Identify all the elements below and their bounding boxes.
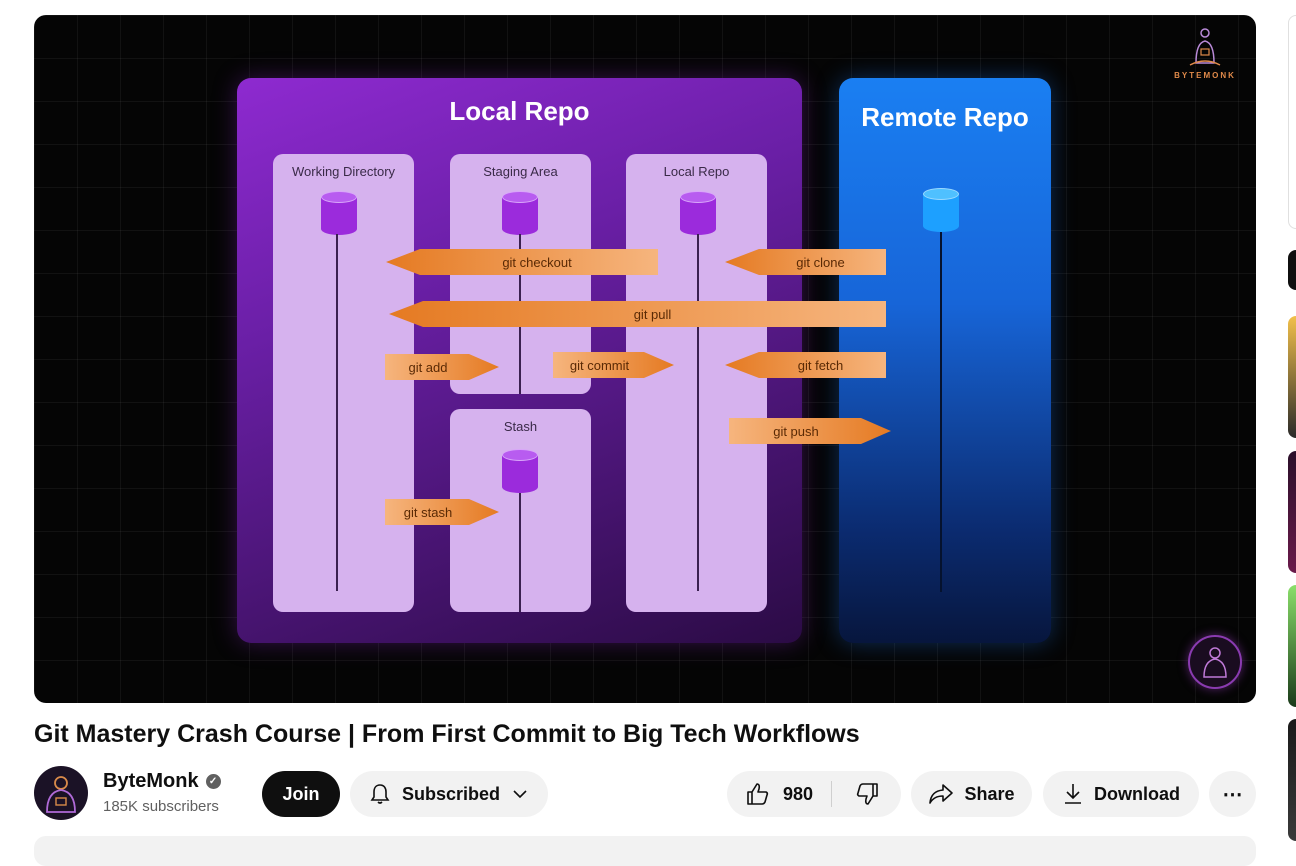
sidebar-chip-partial[interactable] [1288, 250, 1296, 290]
channel-name[interactable]: ByteMonk ✓ [103, 770, 221, 793]
staging-area-database-icon [502, 191, 538, 235]
verified-check-icon: ✓ [205, 774, 221, 789]
sidebar-thumbnail-1[interactable] [1288, 316, 1296, 438]
download-icon [1065, 784, 1081, 804]
working-directory-lifeline [336, 234, 338, 591]
thumbs-down-icon [856, 783, 878, 805]
remote-repo-lifeline [940, 232, 942, 592]
stash-database-icon [502, 449, 538, 493]
local-repo-title: Local Repo [449, 96, 590, 126]
git-push-arrow: git push [729, 418, 891, 444]
sidebar-thumbnail-2[interactable] [1288, 451, 1296, 573]
subscribed-button[interactable]: Subscribed [350, 771, 548, 817]
download-button[interactable]: Download [1043, 771, 1199, 817]
staging-area-label: Staging Area [483, 164, 558, 179]
subscribed-label: Subscribed [401, 783, 501, 804]
bytemonk-watermark: BYTEMONK [1170, 27, 1240, 80]
like-button[interactable]: 980 [727, 771, 831, 817]
like-dislike-group: 980 [727, 771, 901, 817]
channel-watermark-badge[interactable] [1188, 635, 1242, 689]
dislike-button[interactable] [832, 771, 901, 817]
local-repo-column-label: Local Repo [663, 164, 730, 179]
local-repo-column: Local Repo [626, 154, 767, 612]
sidebar-thumbnail-4[interactable] [1288, 719, 1296, 841]
subscriber-count: 185K subscribers [103, 798, 219, 815]
share-arrow-icon [929, 784, 954, 804]
channel-name-text[interactable]: ByteMonk [103, 770, 199, 793]
monk-logo-icon [1189, 28, 1221, 66]
git-fetch-arrow: git fetch [725, 352, 886, 378]
monk-avatar-icon [46, 776, 76, 813]
video-player[interactable]: Local Repo Working Directory Staging Are… [34, 15, 1256, 703]
share-label: Share [964, 783, 1015, 804]
brand-text: BYTEMONK [1174, 71, 1236, 80]
remote-repo-database-icon [923, 188, 959, 232]
stash-label: Stash [503, 419, 538, 434]
more-actions-button[interactable]: ⋯ [1209, 771, 1256, 817]
thumbs-up-icon [747, 783, 769, 805]
working-directory-column: Working Directory [273, 154, 414, 612]
join-button[interactable]: Join [262, 771, 340, 817]
monk-badge-icon [1203, 647, 1227, 678]
git-checkout-arrow: git checkout [386, 249, 658, 275]
sidebar-thumbnail-3[interactable] [1288, 585, 1296, 707]
local-repo-database-icon [680, 191, 716, 235]
description-box[interactable] [34, 836, 1256, 866]
stash-lifeline [519, 493, 521, 612]
video-title: Git Mastery Crash Course | From First Co… [34, 720, 860, 748]
download-label: Download [1094, 783, 1180, 804]
bell-icon [370, 784, 390, 804]
share-button[interactable]: Share [911, 771, 1032, 817]
git-pull-arrow: git pull [389, 301, 886, 327]
remote-repo-title: Remote Repo [861, 102, 1029, 132]
working-directory-database-icon [321, 191, 357, 235]
git-clone-arrow: git clone [725, 249, 886, 275]
local-repo-lifeline [697, 234, 699, 591]
like-count: 980 [782, 783, 814, 804]
sidebar-card-partial[interactable] [1288, 15, 1296, 229]
channel-avatar[interactable] [34, 766, 88, 820]
working-directory-label: Working Directory [291, 164, 396, 179]
chevron-down-icon [513, 790, 527, 799]
local-repo-panel: Local Repo Working Directory Staging Are… [237, 78, 802, 643]
